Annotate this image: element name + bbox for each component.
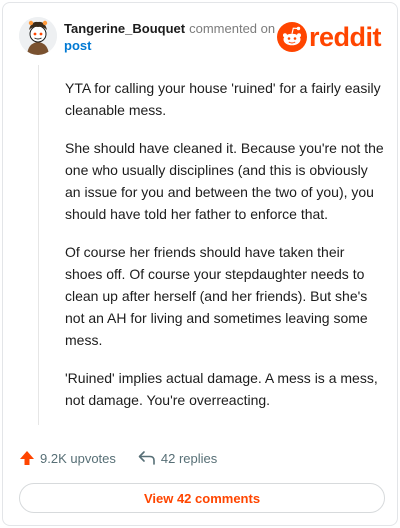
reddit-alien-icon bbox=[276, 22, 307, 52]
upvote-arrow-icon bbox=[20, 451, 34, 465]
author-block: Tangerine_Bouquet commented on post bbox=[64, 20, 284, 54]
comment-paragraph: YTA for calling your house 'ruined' for … bbox=[65, 80, 381, 118]
reply-arrow-icon bbox=[138, 451, 155, 465]
replies-button[interactable]: 42 replies bbox=[138, 450, 217, 466]
post-link[interactable]: post bbox=[64, 37, 284, 54]
comment-body: YTA for calling your house 'ruined' for … bbox=[65, 77, 385, 427]
comment-paragraph: 'Ruined' implies actual damage. A mess i… bbox=[65, 370, 378, 408]
reddit-logo[interactable]: reddit bbox=[276, 22, 382, 52]
avatar[interactable] bbox=[19, 17, 57, 55]
comment-paragraph: She should have cleaned it. Because you'… bbox=[65, 140, 384, 222]
thread-line[interactable] bbox=[38, 65, 39, 425]
comment-card: Tangerine_Bouquet commented on post reddi… bbox=[2, 2, 398, 526]
comment-header: Tangerine_Bouquet commented on post reddi… bbox=[19, 17, 385, 57]
comment-actions: 9.2K upvotes 42 replies bbox=[19, 447, 239, 469]
author-line: Tangerine_Bouquet commented on bbox=[64, 20, 284, 37]
reply-count: 42 replies bbox=[160, 450, 218, 466]
snoo-avatar-icon bbox=[19, 17, 57, 55]
upvote-button[interactable]: 9.2K upvotes bbox=[19, 450, 116, 466]
commented-on-label: commented on bbox=[189, 21, 276, 36]
author-name[interactable]: Tangerine_Bouquet bbox=[64, 21, 185, 36]
comment-paragraph: Of course her friends should have taken … bbox=[65, 244, 368, 348]
upvote-count: 9.2K upvotes bbox=[40, 450, 116, 466]
view-comments-button[interactable]: View 42 comments bbox=[19, 483, 385, 513]
reddit-wordmark: reddit bbox=[308, 22, 382, 52]
